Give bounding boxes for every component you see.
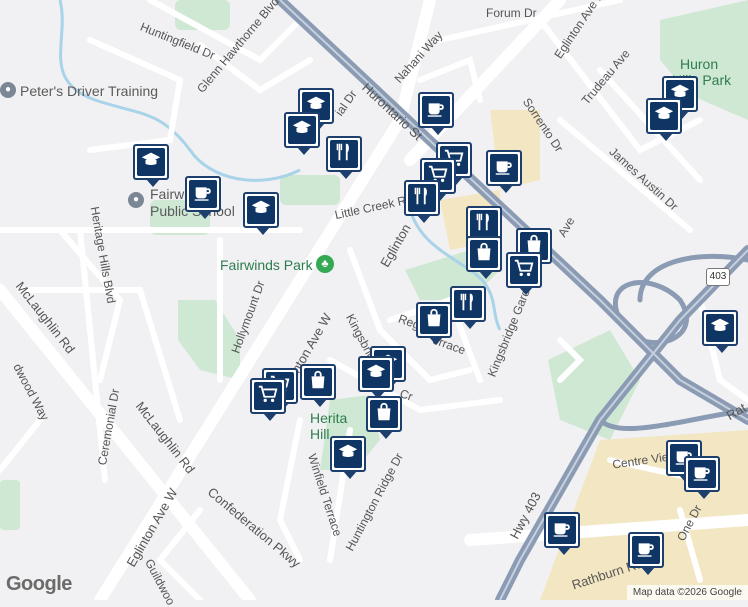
grocery-marker[interactable] [250, 378, 286, 421]
restaurant-marker[interactable] [326, 136, 362, 179]
school-marker[interactable] [358, 356, 394, 399]
grocery-marker[interactable] [506, 252, 542, 295]
fork-knife-icon [457, 291, 479, 318]
shopping-bag-icon [473, 241, 495, 268]
tree-icon: ♣ [316, 255, 334, 273]
cafe-marker[interactable] [418, 92, 454, 135]
graduation-cap-icon [709, 315, 731, 342]
shopping-marker[interactable] [466, 236, 502, 279]
place-label-driver-training[interactable]: Peter's Driver Training [20, 83, 158, 99]
fork-knife-icon [333, 141, 355, 168]
graduation-cap-icon [291, 117, 313, 144]
school-marker[interactable] [702, 310, 738, 353]
cafe-marker[interactable] [486, 150, 522, 193]
place-label-huron-park-1[interactable]: Huron [680, 56, 718, 72]
shopping-marker[interactable] [416, 302, 452, 345]
shopping-marker[interactable] [366, 396, 402, 439]
graduation-cap-icon [365, 361, 387, 388]
school-marker[interactable] [330, 436, 366, 479]
shopping-cart-icon [257, 383, 279, 410]
coffee-cup-icon [192, 181, 214, 208]
school-pin-icon[interactable]: ● [128, 192, 144, 208]
coffee-cup-icon [551, 517, 573, 544]
cafe-marker[interactable] [185, 176, 221, 219]
cafe-marker[interactable] [544, 512, 580, 555]
school-marker[interactable] [284, 112, 320, 155]
shopping-bag-icon [373, 401, 395, 428]
google-logo: Google [6, 573, 72, 595]
shopping-bag-icon [307, 369, 329, 396]
shopping-bag-icon [423, 307, 445, 334]
school-marker[interactable] [646, 98, 682, 141]
cafe-marker[interactable] [628, 532, 664, 575]
place-label-heritage-hills-2[interactable]: Hill [310, 426, 329, 442]
driver-training-pin-icon[interactable]: ● [0, 82, 16, 98]
coffee-cup-icon [691, 461, 713, 488]
road-label-forum-dr: Forum Dr [486, 6, 537, 20]
map-attribution[interactable]: Map data ©2026 Google [626, 585, 748, 600]
graduation-cap-icon [653, 103, 675, 130]
graduation-cap-icon [337, 441, 359, 468]
school-marker[interactable] [133, 144, 169, 187]
shopping-marker[interactable] [300, 364, 336, 407]
shopping-cart-icon [513, 257, 535, 284]
restaurant-marker[interactable] [450, 286, 486, 329]
place-label-fairwinds-park[interactable]: Fairwinds Park [220, 257, 313, 273]
graduation-cap-icon [140, 149, 162, 176]
school-marker[interactable] [243, 192, 279, 235]
graduation-cap-icon [250, 197, 272, 224]
cafe-marker[interactable] [684, 456, 720, 499]
restaurant-marker[interactable] [404, 180, 440, 223]
coffee-cup-icon [493, 155, 515, 182]
fork-knife-icon [411, 185, 433, 212]
coffee-cup-icon [425, 97, 447, 124]
fork-knife-icon [473, 211, 495, 238]
place-label-heritage-hills-1[interactable]: Herita [310, 410, 347, 426]
coffee-cup-icon [635, 537, 657, 564]
highway-403-shield: 403 [706, 268, 730, 286]
